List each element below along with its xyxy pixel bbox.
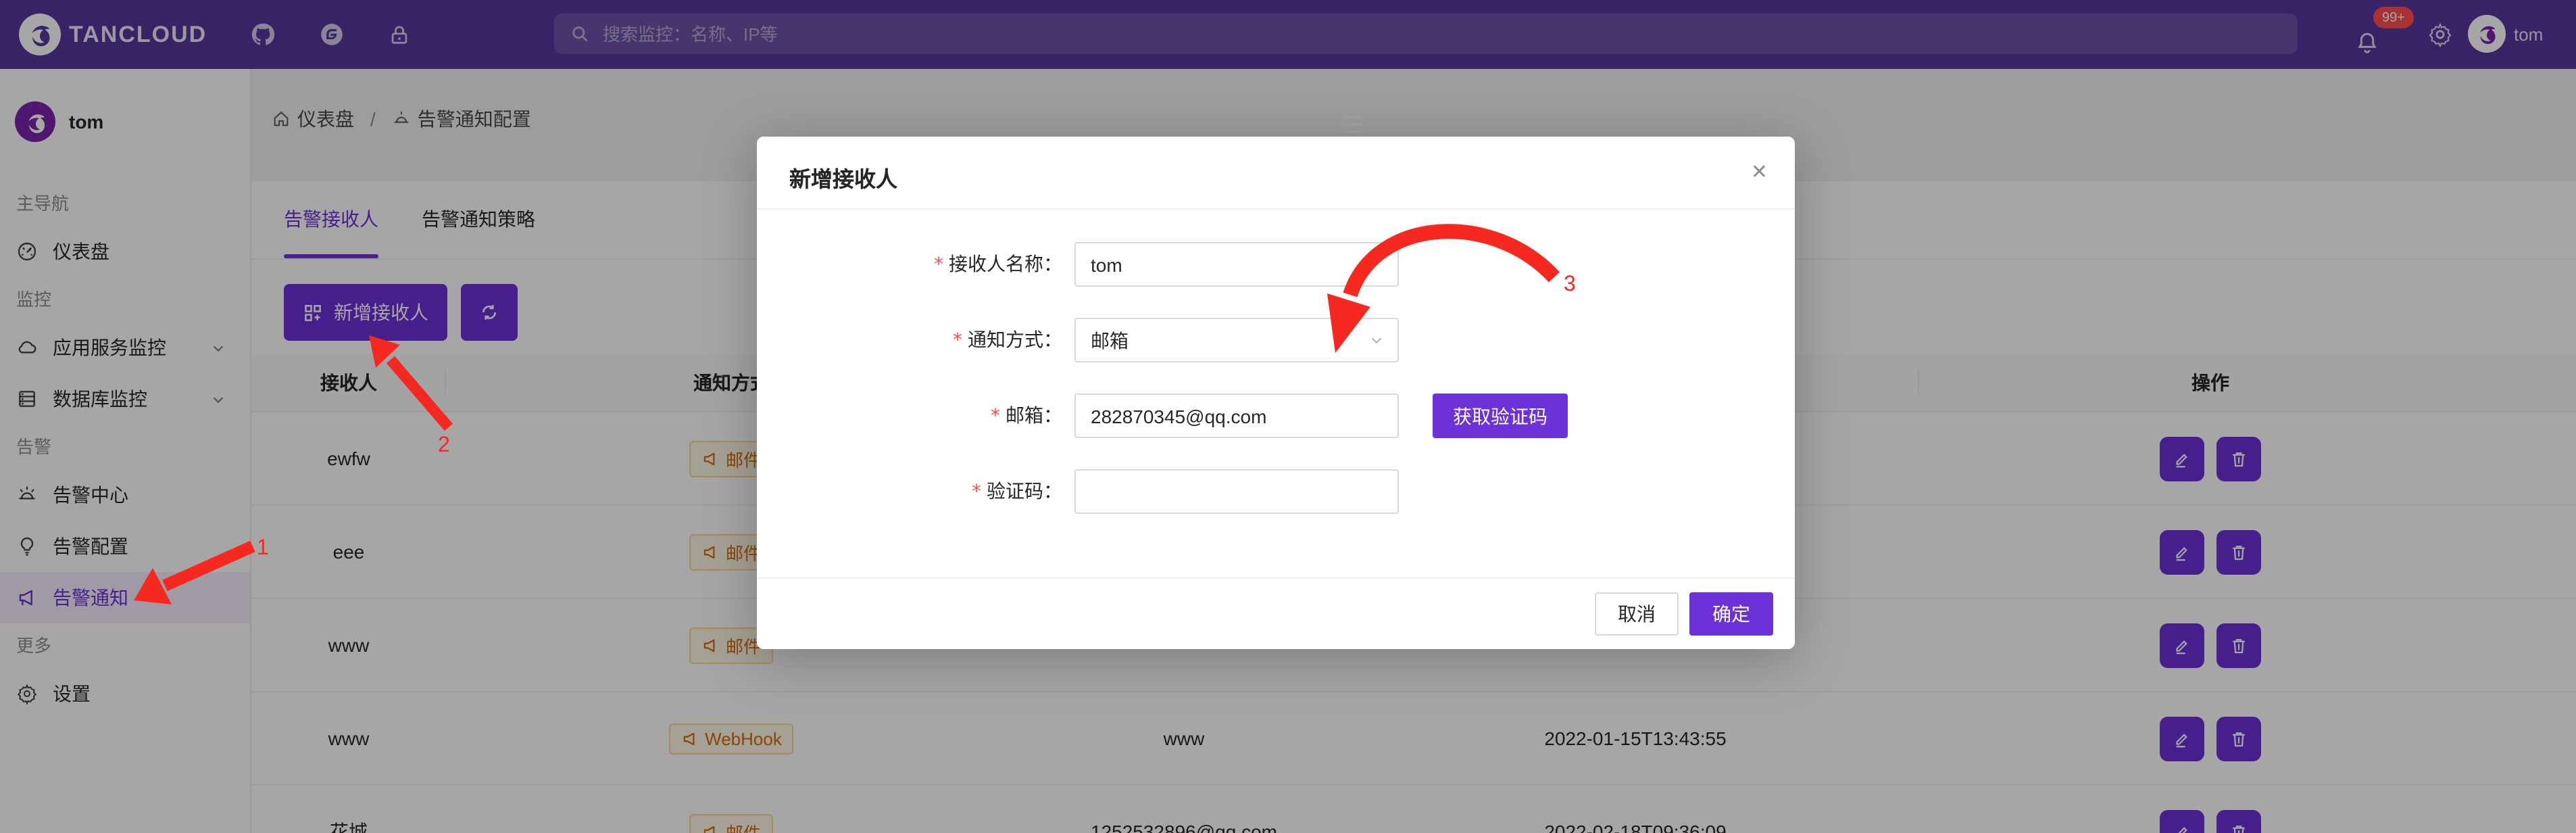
required-mark: * <box>972 481 981 502</box>
required-mark: * <box>953 329 962 351</box>
field-label-captcha: *验证码： <box>757 469 1062 515</box>
email-input[interactable] <box>1074 394 1399 438</box>
required-mark: * <box>934 254 943 275</box>
add-receiver-modal: 新增接收人 ✕ *接收人名称： *通知方式： 邮箱 *邮箱： 获取验证码 *验证… <box>757 137 1795 649</box>
notify-method-value: 邮箱 <box>1091 327 1129 354</box>
close-icon[interactable]: ✕ <box>1751 160 1768 184</box>
required-mark: * <box>991 405 1000 427</box>
field-label-email: *邮箱： <box>757 393 1062 439</box>
captcha-input[interactable] <box>1074 469 1399 514</box>
modal-header: 新增接收人 ✕ <box>757 137 1795 210</box>
receiver-name-input[interactable] <box>1074 242 1399 287</box>
field-label-name: *接收人名称： <box>757 241 1062 287</box>
notify-method-select[interactable]: 邮箱 <box>1074 318 1399 362</box>
ok-button[interactable]: 确定 <box>1689 592 1773 636</box>
select-caret-icon <box>1369 333 1384 348</box>
app-root: TANCLOUD 99+ tom <box>0 0 2576 833</box>
get-code-button[interactable]: 获取验证码 <box>1433 394 1568 438</box>
field-label-method: *通知方式： <box>757 317 1062 363</box>
cancel-button[interactable]: 取消 <box>1595 592 1679 636</box>
modal-footer: 取消 确定 <box>757 577 1795 649</box>
modal-title: 新增接收人 <box>789 161 897 193</box>
